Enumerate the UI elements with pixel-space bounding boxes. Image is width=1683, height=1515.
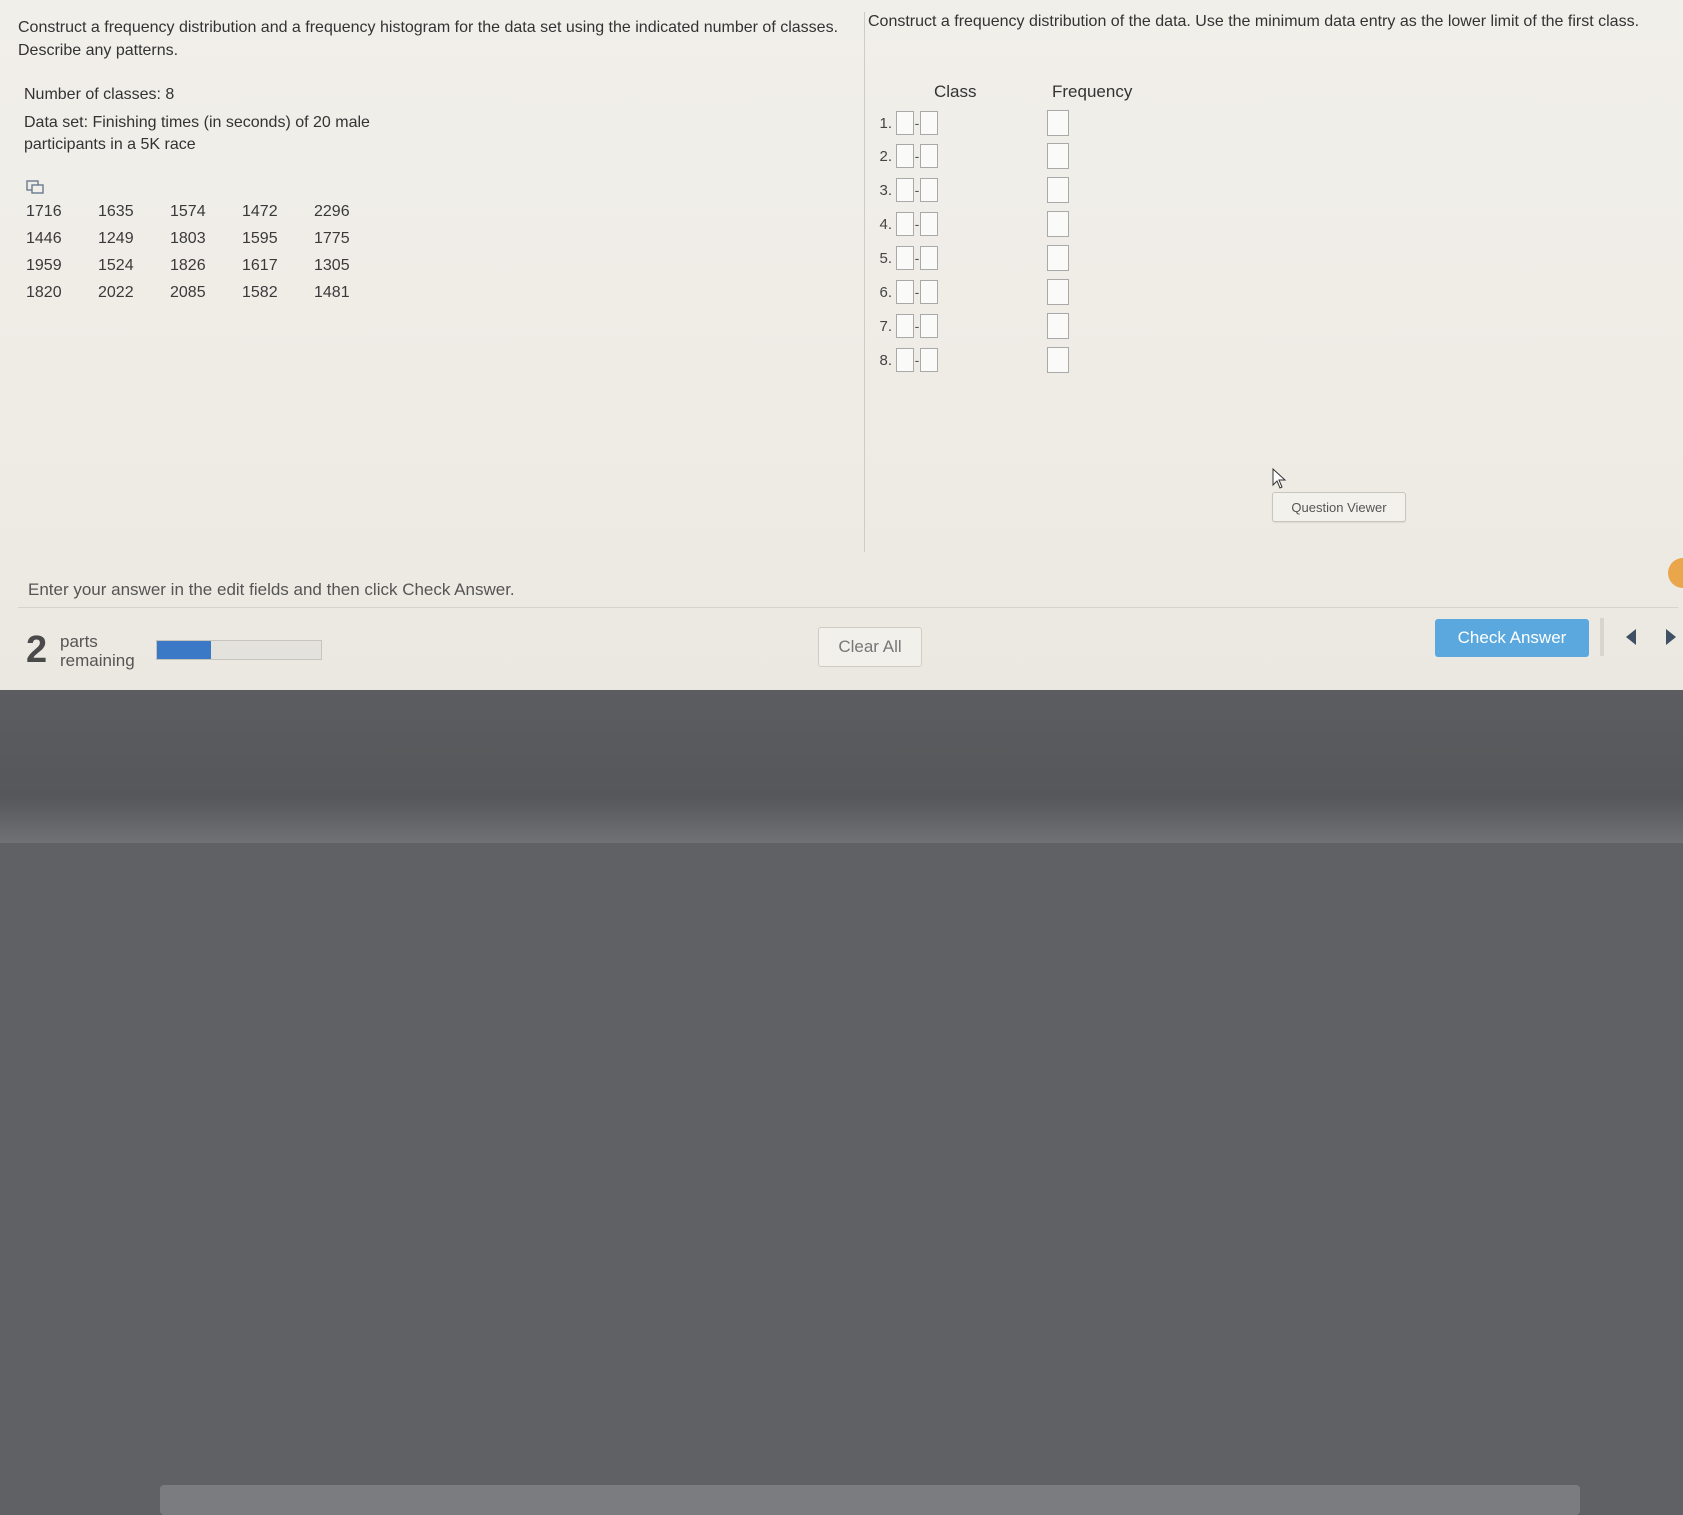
data-row: 1959 1524 1826 1617 1305 <box>26 252 386 279</box>
copy-icon[interactable] <box>26 180 44 194</box>
class-row-4: 4. - <box>870 209 938 239</box>
data-cell: 1716 <box>26 202 62 220</box>
data-cell: 1775 <box>314 229 350 247</box>
class-row-1: 1. - <box>870 108 938 138</box>
class-row-7: 7. - <box>870 311 938 341</box>
class-row-number: 1. <box>879 114 892 132</box>
class-header: Class <box>934 82 977 101</box>
lower-limit-input[interactable] <box>896 348 914 372</box>
class-row-8: 8. - <box>870 345 938 375</box>
upper-limit-input[interactable] <box>920 111 938 135</box>
data-cell: 1574 <box>170 202 206 220</box>
data-cell: 1826 <box>170 256 206 274</box>
data-cell: 1617 <box>242 256 278 274</box>
upper-limit-input[interactable] <box>920 144 938 168</box>
data-cell: 1305 <box>314 256 350 274</box>
next-question-button[interactable] <box>1658 618 1683 656</box>
question-viewer-button[interactable]: Question Viewer <box>1272 492 1406 522</box>
data-cell: 1820 <box>26 283 62 301</box>
data-cell: 1959 <box>26 256 62 274</box>
upper-limit-input[interactable] <box>920 314 938 338</box>
dataset-description: Data set: Finishing times (in seconds) o… <box>24 114 370 153</box>
parts-label-line2: remaining <box>60 651 135 670</box>
class-row-number: 8. <box>879 351 892 369</box>
number-of-classes: Number of classes: 8 <box>24 86 175 103</box>
frequency-input[interactable] <box>1047 313 1069 339</box>
previous-question-button[interactable] <box>1606 618 1656 656</box>
mouse-cursor-icon <box>1272 468 1287 489</box>
progress-bar <box>156 640 322 660</box>
bezel-strip <box>160 1485 1580 1515</box>
lower-limit-input[interactable] <box>896 314 914 338</box>
class-row-number: 3. <box>879 181 892 199</box>
data-cell: 2022 <box>98 283 134 301</box>
check-answer-button[interactable]: Check Answer <box>1435 619 1589 657</box>
left-question-prompt: Construct a frequency distribution and a… <box>18 19 839 59</box>
screen: Construct a frequency distribution and a… <box>0 0 1683 690</box>
data-row: 1820 2022 2085 1582 1481 <box>26 279 386 306</box>
class-row-6: 6. - <box>870 277 938 307</box>
class-row-2: 2. - <box>870 141 938 171</box>
parts-remaining-count: 2 <box>26 629 48 671</box>
upper-limit-input[interactable] <box>920 212 938 236</box>
data-row: 1716 1635 1574 1472 2296 <box>26 198 386 225</box>
data-row: 1446 1249 1803 1595 1775 <box>26 225 386 252</box>
data-cell: 1481 <box>314 283 350 301</box>
frequency-input[interactable] <box>1047 279 1069 305</box>
frequency-header: Frequency <box>1052 82 1133 101</box>
frequency-input[interactable] <box>1047 245 1069 271</box>
class-row-number: 7. <box>879 317 892 335</box>
progress-bar-fill <box>157 641 212 659</box>
class-row-5: 5. - <box>870 243 938 273</box>
help-badge-icon[interactable] <box>1668 558 1683 588</box>
upper-limit-input[interactable] <box>920 348 938 372</box>
upper-limit-input[interactable] <box>920 280 938 304</box>
panel-divider[interactable] <box>864 12 865 552</box>
parts-remaining-label: parts remaining <box>60 632 135 670</box>
clear-all-button[interactable]: Clear All <box>818 627 922 667</box>
data-cell: 2085 <box>170 283 206 301</box>
data-cell: 1803 <box>170 229 206 247</box>
lower-limit-input[interactable] <box>896 246 914 270</box>
lower-limit-input[interactable] <box>896 144 914 168</box>
data-cell: 1595 <box>242 229 278 247</box>
frequency-input[interactable] <box>1047 143 1069 169</box>
frequency-input[interactable] <box>1047 347 1069 373</box>
lower-limit-input[interactable] <box>896 111 914 135</box>
frequency-input[interactable] <box>1047 177 1069 203</box>
frequency-input[interactable] <box>1047 211 1069 237</box>
lower-limit-input[interactable] <box>896 212 914 236</box>
nav-separator <box>1600 618 1604 656</box>
data-cell: 1249 <box>98 229 134 247</box>
instruction-text: Enter your answer in the edit fields and… <box>28 580 515 599</box>
frequency-input[interactable] <box>1047 110 1069 136</box>
data-cell: 1582 <box>242 283 278 301</box>
triangle-right-icon <box>1665 629 1676 645</box>
triangle-left-icon <box>1626 629 1636 645</box>
right-question-prompt: Construct a frequency distribution of th… <box>868 13 1640 30</box>
class-row-number: 4. <box>879 215 892 233</box>
upper-limit-input[interactable] <box>920 178 938 202</box>
class-row-number: 5. <box>879 249 892 267</box>
data-set-table: 1716 1635 1574 1472 2296 1446 1249 1803 1595 1775… <box>26 198 386 306</box>
data-cell: 1472 <box>242 202 278 220</box>
monitor-bezel <box>0 690 1683 1515</box>
class-row-number: 2. <box>879 147 892 165</box>
lower-limit-input[interactable] <box>896 280 914 304</box>
data-cell: 1446 <box>26 229 62 247</box>
lower-limit-input[interactable] <box>896 178 914 202</box>
footer-divider <box>18 607 1678 608</box>
class-row-number: 6. <box>879 283 892 301</box>
data-cell: 1524 <box>98 256 134 274</box>
data-cell: 2296 <box>314 202 350 220</box>
upper-limit-input[interactable] <box>920 246 938 270</box>
class-row-3: 3. - <box>870 175 938 205</box>
parts-label-line1: parts <box>60 632 98 651</box>
data-cell: 1635 <box>98 202 134 220</box>
